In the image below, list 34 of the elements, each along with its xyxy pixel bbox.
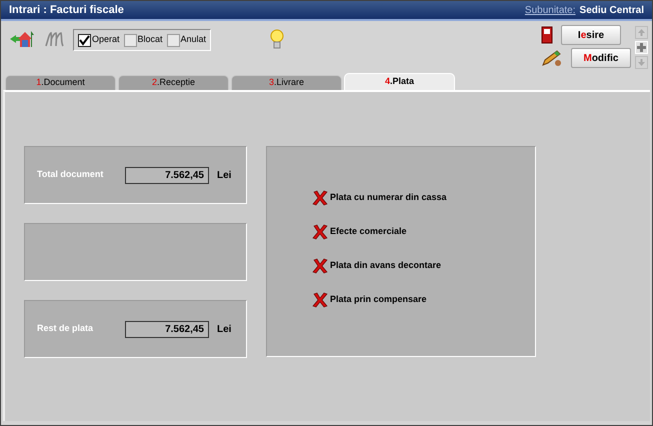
- total-value: 7.562,45: [125, 320, 209, 338]
- subunit-label[interactable]: Subunitate:: [524, 2, 576, 18]
- house-icon[interactable]: [9, 29, 35, 49]
- subunit-value: Sediu Central: [580, 4, 644, 18]
- total-label: Total document: [37, 168, 104, 182]
- pencil-icon: [541, 49, 563, 67]
- payment-option-label: Plata cu numerar din cassa: [330, 191, 447, 204]
- plus-icon: [637, 43, 646, 52]
- checkbox-label: Blocat: [138, 33, 163, 46]
- checkbox[interactable]: [78, 34, 91, 46]
- payment-option-label: Plata prin compensare: [330, 293, 427, 306]
- total-value: 7.562,45: [125, 166, 209, 184]
- up-arrow-icon: [638, 29, 645, 36]
- tab[interactable]: 1.Document: [5, 75, 116, 90]
- tab[interactable]: 2.Receptie: [118, 75, 229, 90]
- currency-label: Lei: [217, 168, 232, 182]
- checkbox[interactable]: [124, 34, 137, 46]
- total-label: Rest de plata: [37, 322, 94, 336]
- currency-label: Lei: [217, 322, 232, 336]
- action-button[interactable]: Modific: [571, 48, 631, 68]
- down-arrow-icon: [638, 59, 645, 66]
- plus-button[interactable]: [635, 41, 648, 54]
- tab[interactable]: 3.Livrare: [231, 75, 342, 90]
- payment-option-label: Efecte comerciale: [330, 225, 407, 238]
- window-title: Intrari : Facturi fiscale: [9, 2, 124, 18]
- lightbulb-icon[interactable]: [269, 29, 286, 51]
- action-button[interactable]: Iesire: [561, 25, 621, 45]
- tab[interactable]: 4.Plata: [344, 73, 455, 90]
- door-icon: [541, 26, 553, 44]
- script-m-icon[interactable]: [43, 29, 65, 49]
- payment-option-label: Plata din avans decontare: [330, 259, 442, 272]
- checkbox-label: Operat: [92, 33, 120, 46]
- checkbox-label: Anulat: [180, 33, 206, 46]
- checkbox[interactable]: [166, 34, 180, 46]
